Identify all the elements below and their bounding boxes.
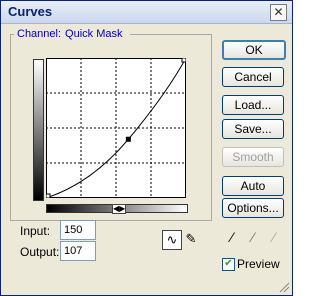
channel-value[interactable]: Quick Mask [65, 28, 122, 40]
curve-control-point[interactable] [125, 136, 131, 142]
curve-tool-icon[interactable]: ∿ [162, 230, 182, 250]
curve-start-point[interactable] [46, 193, 51, 198]
output-field[interactable]: 107 [60, 241, 96, 261]
pencil-tool-icon[interactable]: ✎ [182, 230, 200, 248]
input-label: Input: [20, 224, 51, 238]
close-button[interactable]: ✕ [270, 4, 287, 21]
window-title: Curves [8, 4, 53, 19]
output-gradient-bar [33, 59, 44, 201]
save-button[interactable]: Save... [222, 119, 284, 139]
curves-dialog: Curves ✕ Channel: Quick Mask ◀▶ Input: 15… [0, 0, 293, 296]
smooth-button: Smooth [222, 147, 284, 167]
ok-button[interactable]: OK [222, 40, 286, 60]
cancel-button[interactable]: Cancel [222, 67, 284, 87]
white-eyedropper-icon[interactable]: ⁄ [267, 229, 281, 245]
input-field[interactable]: 150 [60, 220, 96, 240]
auto-button[interactable]: Auto [222, 176, 284, 196]
curve-graph[interactable] [46, 58, 186, 198]
load-button[interactable]: Load... [222, 95, 284, 115]
black-eyedropper-icon[interactable]: ⁄ [225, 229, 239, 245]
output-label: Output: [20, 245, 60, 259]
channel-row: Channel: Quick Mask [14, 28, 130, 40]
options-button[interactable]: Options... [222, 198, 284, 218]
curve-end-point[interactable] [181, 58, 186, 63]
close-icon: ✕ [273, 5, 284, 19]
title-bar: Curves ✕ [1, 1, 292, 24]
gray-eyedropper-icon[interactable]: ⁄ [246, 229, 260, 245]
gradient-toggle-icon[interactable]: ◀▶ [112, 204, 126, 214]
resize-grip-icon[interactable] [278, 281, 290, 293]
channel-label: Channel: [17, 28, 62, 40]
preview-label[interactable]: Preview [237, 257, 280, 271]
preview-checkbox[interactable]: ✔ [222, 258, 235, 271]
